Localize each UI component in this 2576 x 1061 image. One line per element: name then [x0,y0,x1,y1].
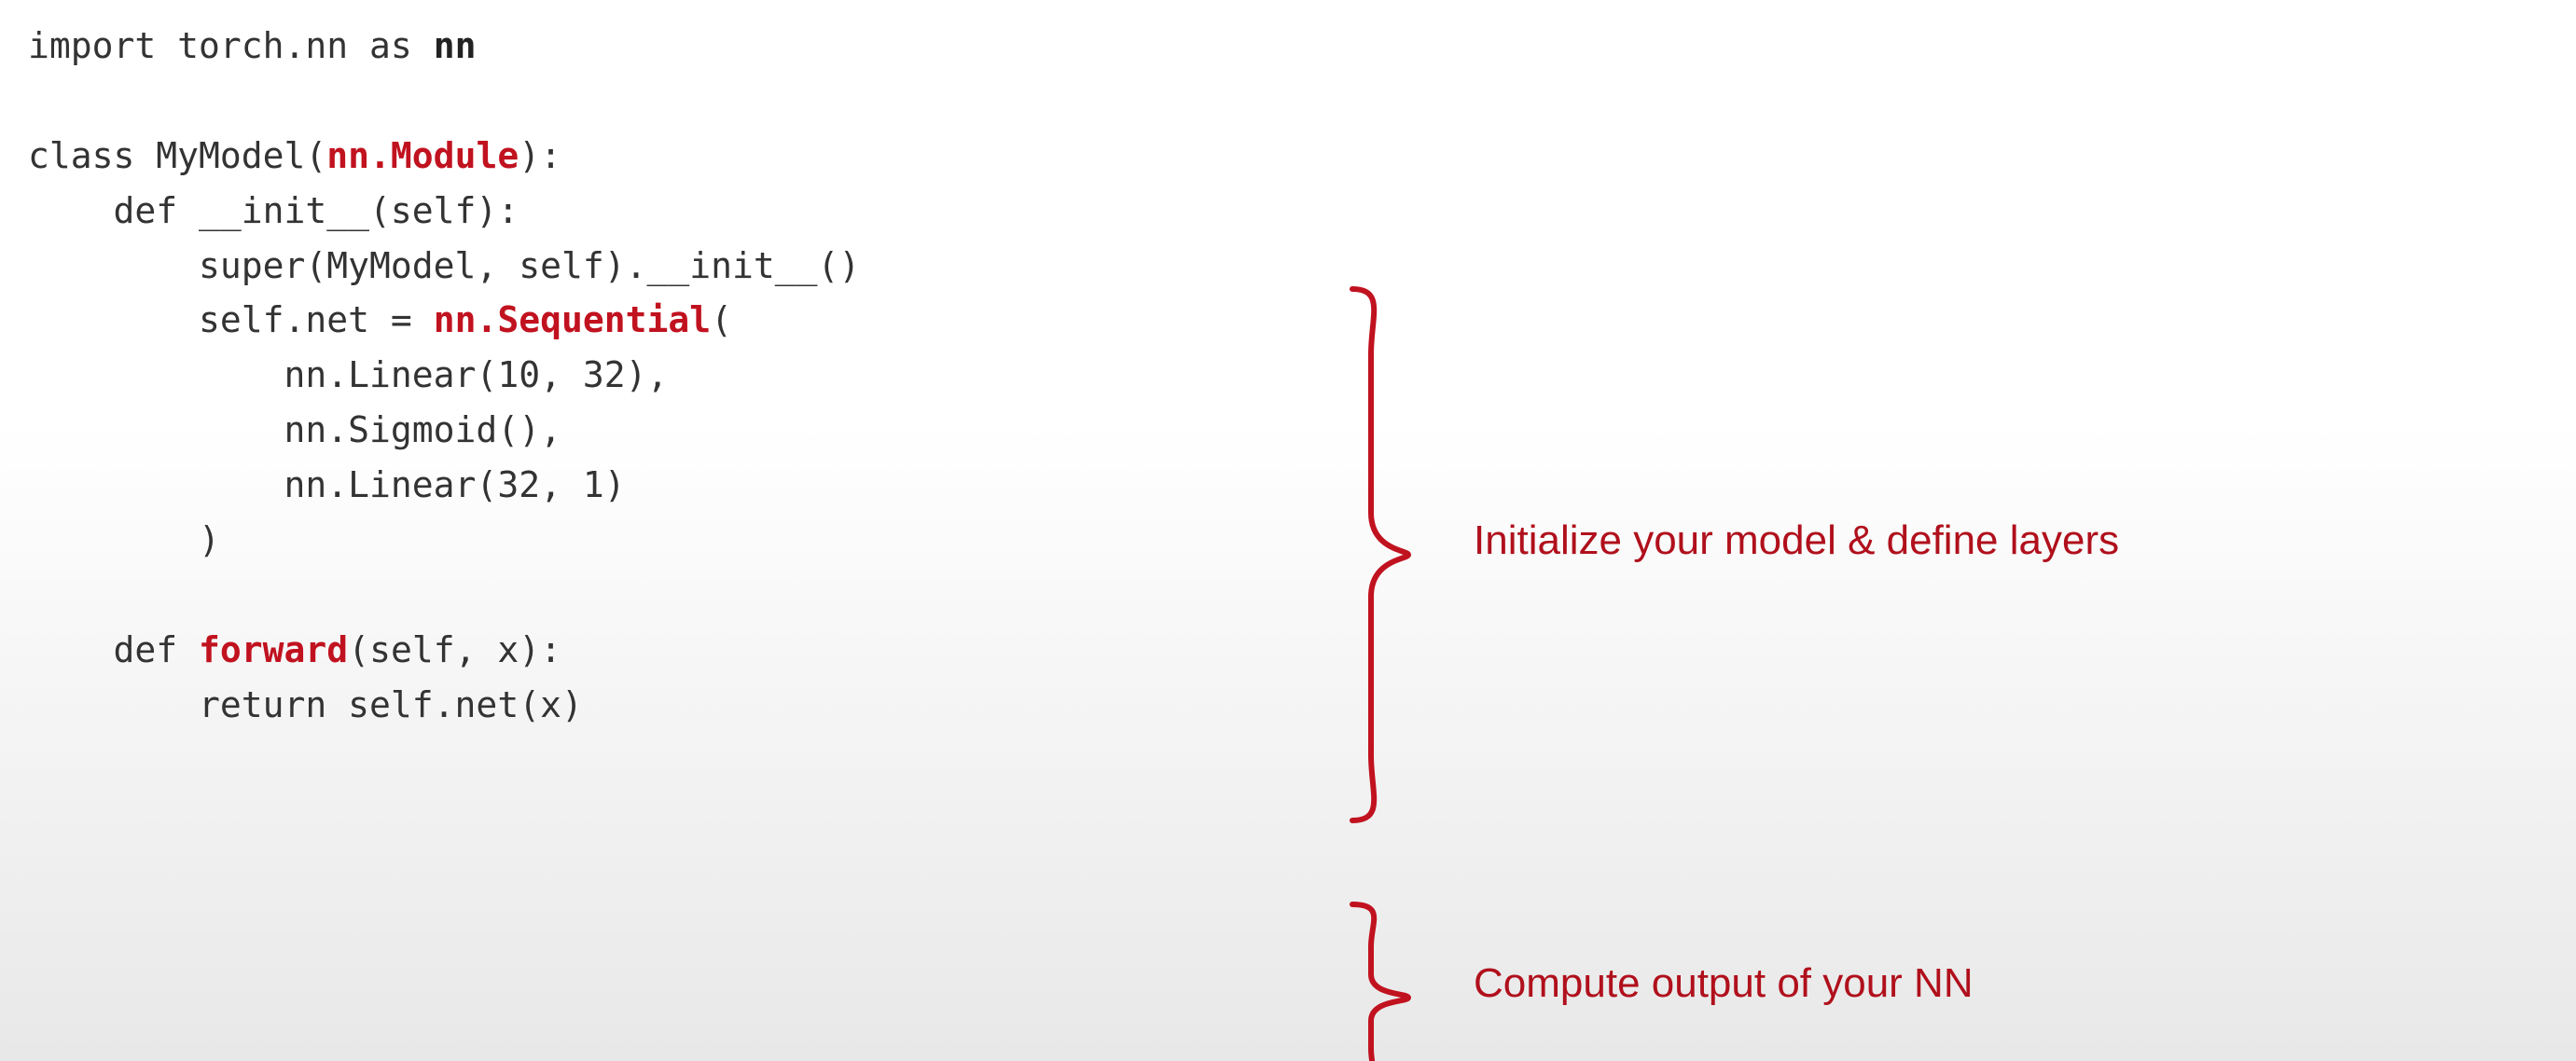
brace-icon-top [1334,280,1418,830]
code-line-8: nn.Sigmoid(), [28,409,561,450]
code-line-10: ) [28,519,220,560]
code-line-4: def __init__(self): [28,190,519,231]
annotation-bottom: Compute output of your NN [1474,960,1974,1007]
code-line-13: return self.net(x) [28,684,583,725]
code-line-1: import torch.nn as nn [28,25,476,66]
code-block: import torch.nn as nn class MyModel(nn.M… [28,19,860,733]
slide-container: import torch.nn as nn class MyModel(nn.M… [0,0,2576,1061]
code-line-3: class MyModel(nn.Module): [28,135,561,176]
code-line-12: def forward(self, x): [28,629,561,670]
code-line-9: nn.Linear(32, 1) [28,464,626,505]
code-line-7: nn.Linear(10, 32), [28,354,668,395]
code-line-5: super(MyModel, self).__init__() [28,245,860,286]
brace-icon-bottom [1334,895,1418,1061]
annotation-top: Initialize your model & define layers [1474,517,2119,564]
code-line-6: self.net = nn.Sequential( [28,299,732,340]
